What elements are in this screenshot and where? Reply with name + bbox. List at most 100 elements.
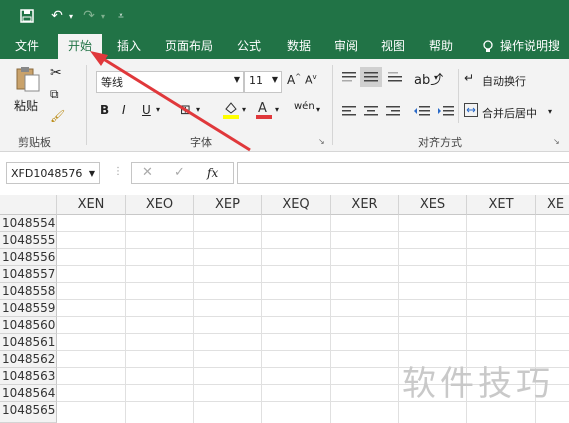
borders-icon[interactable]: ⊞ <box>180 103 191 118</box>
column-header[interactable]: XEO <box>126 195 194 215</box>
row-header[interactable]: 1048557 <box>0 266 57 283</box>
row-header[interactable]: 1048554 <box>0 215 57 232</box>
tab-home[interactable]: 开始 <box>58 34 102 59</box>
merge-center-button[interactable]: 合并后居中 <box>482 105 537 121</box>
wrap-text-icon[interactable]: ↵ <box>464 71 474 85</box>
row-header[interactable]: 1048563 <box>0 368 57 385</box>
column-header[interactable]: XEN <box>57 195 126 215</box>
row-header[interactable]: 1048559 <box>0 300 57 317</box>
redo-dropdown-icon[interactable]: ▾ <box>94 7 112 25</box>
chevron-down-icon: ▼ <box>271 75 278 84</box>
chevron-down-icon[interactable]: ▾ <box>275 105 279 114</box>
column-header[interactable]: XES <box>399 195 467 215</box>
underline-button[interactable]: U <box>142 103 151 117</box>
italic-button[interactable]: I <box>122 103 126 117</box>
row-header[interactable]: 1048565 <box>0 402 57 423</box>
drag-handle-icon[interactable]: ⋮ <box>113 166 123 177</box>
align-center-icon[interactable] <box>364 105 378 120</box>
column-header[interactable]: XEP <box>194 195 262 215</box>
select-all-corner[interactable] <box>0 195 57 215</box>
fill-color-icon[interactable] <box>222 99 240 122</box>
ribbon-home: 粘贴 ✂ ⧉ 🖌 剪贴板 等线 ▼ 11 ▼ A^ Av B I U ▾ ⊞ ▾… <box>0 59 569 152</box>
bottom-align-icon[interactable] <box>388 71 402 86</box>
tab-file[interactable]: 文件 <box>8 34 46 59</box>
row-header[interactable]: 1048558 <box>0 283 57 300</box>
name-box-value: XFD1048576 <box>11 167 83 180</box>
row-header[interactable]: 1048561 <box>0 334 57 351</box>
row-header[interactable]: 1048556 <box>0 249 57 266</box>
tell-me-search[interactable]: 操作说明搜 <box>500 34 569 59</box>
cancel-icon[interactable]: ✕ <box>142 165 153 180</box>
column-header[interactable]: XET <box>467 195 536 215</box>
orientation-icon[interactable]: ab⤴ <box>414 69 443 88</box>
customize-qat-icon[interactable]: ⩡ <box>112 7 130 25</box>
chevron-down-icon[interactable]: ▾ <box>196 105 200 114</box>
font-size-select[interactable]: 11 ▼ <box>244 71 282 93</box>
column-header[interactable]: XER <box>331 195 399 215</box>
chevron-down-icon[interactable]: ▾ <box>242 105 246 114</box>
tab-page-layout[interactable]: 页面布局 <box>160 34 218 59</box>
dialog-launcher-icon[interactable]: ↘ <box>318 137 325 146</box>
font-name-value: 等线 <box>101 76 123 89</box>
column-header[interactable]: XEQ <box>262 195 331 215</box>
decrease-font-icon[interactable]: Av <box>305 73 317 87</box>
increase-indent-icon[interactable] <box>438 105 454 120</box>
row-header[interactable]: 1048564 <box>0 385 57 402</box>
tab-view[interactable]: 视图 <box>374 34 412 59</box>
divider <box>332 65 333 145</box>
dialog-launcher-icon[interactable]: ↘ <box>553 137 560 146</box>
title-bar: ↶ ▾ ↷ ▾ ⩡ <box>0 0 569 34</box>
phonetic-icon[interactable]: wén <box>294 101 315 112</box>
lightbulb-icon[interactable] <box>478 34 498 59</box>
row-header[interactable]: 1048555 <box>0 232 57 249</box>
font-name-select[interactable]: 等线 ▼ <box>96 71 244 93</box>
chevron-down-icon[interactable]: ▾ <box>434 73 438 82</box>
top-align-icon[interactable] <box>342 71 356 86</box>
row-header[interactable]: 1048560 <box>0 317 57 334</box>
formula-buttons: ✕ ✓ fx <box>131 162 234 184</box>
formula-input[interactable] <box>237 162 569 184</box>
tab-help[interactable]: 帮助 <box>422 34 460 59</box>
divider <box>86 65 87 145</box>
gridline <box>398 215 399 423</box>
gridline <box>57 299 569 300</box>
align-right-icon[interactable] <box>386 105 400 120</box>
chevron-down-icon: ▼ <box>233 75 240 84</box>
align-left-icon[interactable] <box>342 105 356 120</box>
chevron-down-icon: ▼ <box>88 169 95 178</box>
row-header[interactable]: 1048562 <box>0 351 57 368</box>
gridline <box>57 265 569 266</box>
format-painter-icon[interactable]: 🖌 <box>50 109 65 123</box>
increase-font-icon[interactable]: A^ <box>287 73 301 87</box>
chevron-down-icon[interactable]: ▾ <box>548 107 552 116</box>
gridline <box>57 350 569 351</box>
gridline <box>57 282 569 283</box>
name-box[interactable]: XFD1048576 ▼ <box>6 162 100 184</box>
save-icon[interactable] <box>18 7 36 25</box>
undo-dropdown-icon[interactable]: ▾ <box>62 7 80 25</box>
divider <box>458 69 459 123</box>
chevron-down-icon[interactable]: ▾ <box>156 105 160 114</box>
merge-center-icon[interactable] <box>464 103 478 120</box>
bold-button[interactable]: B <box>100 103 109 117</box>
tab-review[interactable]: 审阅 <box>327 34 365 59</box>
tab-formulas[interactable]: 公式 <box>230 34 268 59</box>
tab-data[interactable]: 数据 <box>280 34 318 59</box>
gridline <box>57 231 569 232</box>
gridline <box>330 215 331 423</box>
wrap-text-button[interactable]: 自动换行 <box>482 73 526 89</box>
cut-icon[interactable]: ✂ <box>50 65 62 81</box>
chevron-down-icon[interactable]: ▾ <box>316 105 320 114</box>
gridline <box>57 316 569 317</box>
copy-icon[interactable]: ⧉ <box>50 87 59 102</box>
paste-icon[interactable] <box>14 65 42 93</box>
paste-label[interactable]: 粘贴 <box>14 97 38 114</box>
decrease-indent-icon[interactable] <box>414 105 430 120</box>
middle-align-icon[interactable] <box>360 67 382 87</box>
enter-icon[interactable]: ✓ <box>174 165 185 180</box>
column-header[interactable]: XE <box>536 195 569 215</box>
gridline <box>57 333 569 334</box>
font-color-icon[interactable]: A <box>255 99 273 122</box>
tab-insert[interactable]: 插入 <box>110 34 148 59</box>
insert-function-button[interactable]: fx <box>207 166 218 180</box>
